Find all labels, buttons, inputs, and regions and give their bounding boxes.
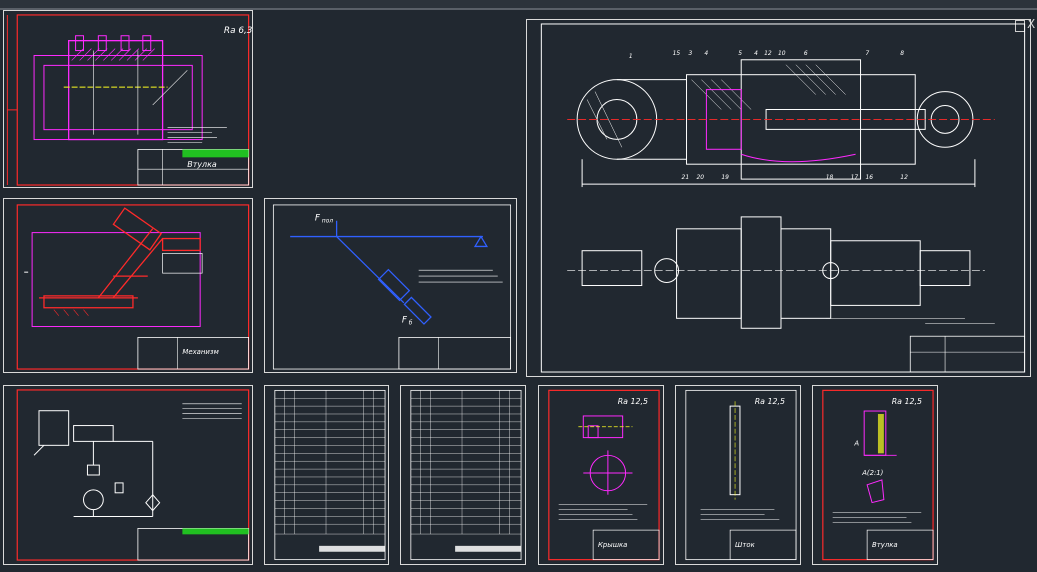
sheet-title: Крышка (598, 541, 627, 549)
sheet-title: Шток (735, 541, 756, 549)
leader-label: 8 (900, 50, 904, 57)
leader-label: 16 (866, 174, 874, 181)
sheet-title: Механизм (182, 348, 218, 356)
cover-drawing: Крышка Ra 12,5 (548, 389, 660, 561)
leader-label: 15 (673, 50, 681, 57)
sheet-title: Втулка (187, 160, 217, 169)
rod-drawing: Шток Ra 12,5 (685, 389, 797, 561)
leader-label: 4 (704, 50, 708, 57)
force-label-bottom-sub: б (409, 320, 413, 327)
drawing-sheet-hydraulic-scheme[interactable] (3, 385, 253, 565)
drawing-sheet-force-scheme[interactable]: F пол F б (264, 198, 517, 373)
bushing-top-drawing: Втулка Ra 6,3 (6, 14, 252, 186)
force-scheme-drawing: F пол F б (272, 204, 512, 370)
leader-label: 6 (804, 50, 808, 57)
bushing-bottom-drawing: Втулка Ra 12,5 А(2:1) А (822, 389, 934, 561)
roughness-mark: Ra 12,5 (892, 397, 922, 406)
drawing-sheet-cover[interactable]: Крышка Ra 12,5 (538, 385, 664, 565)
drawing-sheet-rod[interactable]: Шток Ra 12,5 (675, 385, 801, 565)
mechanism-drawing: Механизм (16, 204, 250, 370)
leader-label: 1 (629, 53, 633, 60)
leader-label: 5 (738, 50, 742, 57)
leader-label: 7 (866, 50, 870, 57)
roughness-mark: Ra 6,3 (224, 26, 252, 36)
leader-label: 18 (826, 174, 834, 181)
leader-label: 12 (900, 174, 908, 181)
leader-label: 4 (754, 50, 758, 57)
drawing-sheet-specification-1[interactable] (264, 385, 389, 565)
section-label: А(2:1) (861, 469, 883, 477)
leader-label: 19 (721, 174, 729, 181)
leader-label: 21 (682, 174, 690, 181)
cylinder-drawing: 1 15 3 4 5 4 12 10 8 7 6 21 20 19 18 17 … (540, 23, 1026, 373)
drawing-sheet-specification-2[interactable] (400, 385, 526, 565)
drawing-sheet-mechanism[interactable]: Механизм (3, 198, 253, 373)
leader-label: 3 (689, 50, 693, 57)
force-label-top: F (315, 214, 321, 224)
roughness-mark: Ra 12,5 (618, 397, 648, 406)
view-letter: А (853, 439, 859, 447)
drawing-sheet-bushing-bottom[interactable]: Втулка Ra 12,5 А(2:1) А (812, 385, 938, 565)
roughness-mark: Ra 12,5 (755, 397, 785, 406)
drawing-sheet-hydraulic-cylinder[interactable]: 1 15 3 4 5 4 12 10 8 7 6 21 20 19 18 17 … (526, 19, 1031, 377)
leader-label: 10 (778, 50, 786, 57)
drawing-sheet-bushing-top[interactable]: Втулка Ra 6,3 (3, 10, 253, 188)
sheet-title: Втулка (872, 541, 898, 549)
leader-label: 20 (696, 174, 704, 181)
force-label-top-sub: пол (322, 218, 333, 225)
hydraulic-scheme-drawing (16, 389, 250, 561)
leader-label: 17 (851, 174, 859, 181)
specification-1-table (274, 389, 386, 561)
force-label-bottom: F (402, 316, 408, 326)
leader-label: 12 (764, 50, 772, 57)
specification-2-table (410, 389, 522, 561)
window-top-bar (0, 0, 1037, 10)
